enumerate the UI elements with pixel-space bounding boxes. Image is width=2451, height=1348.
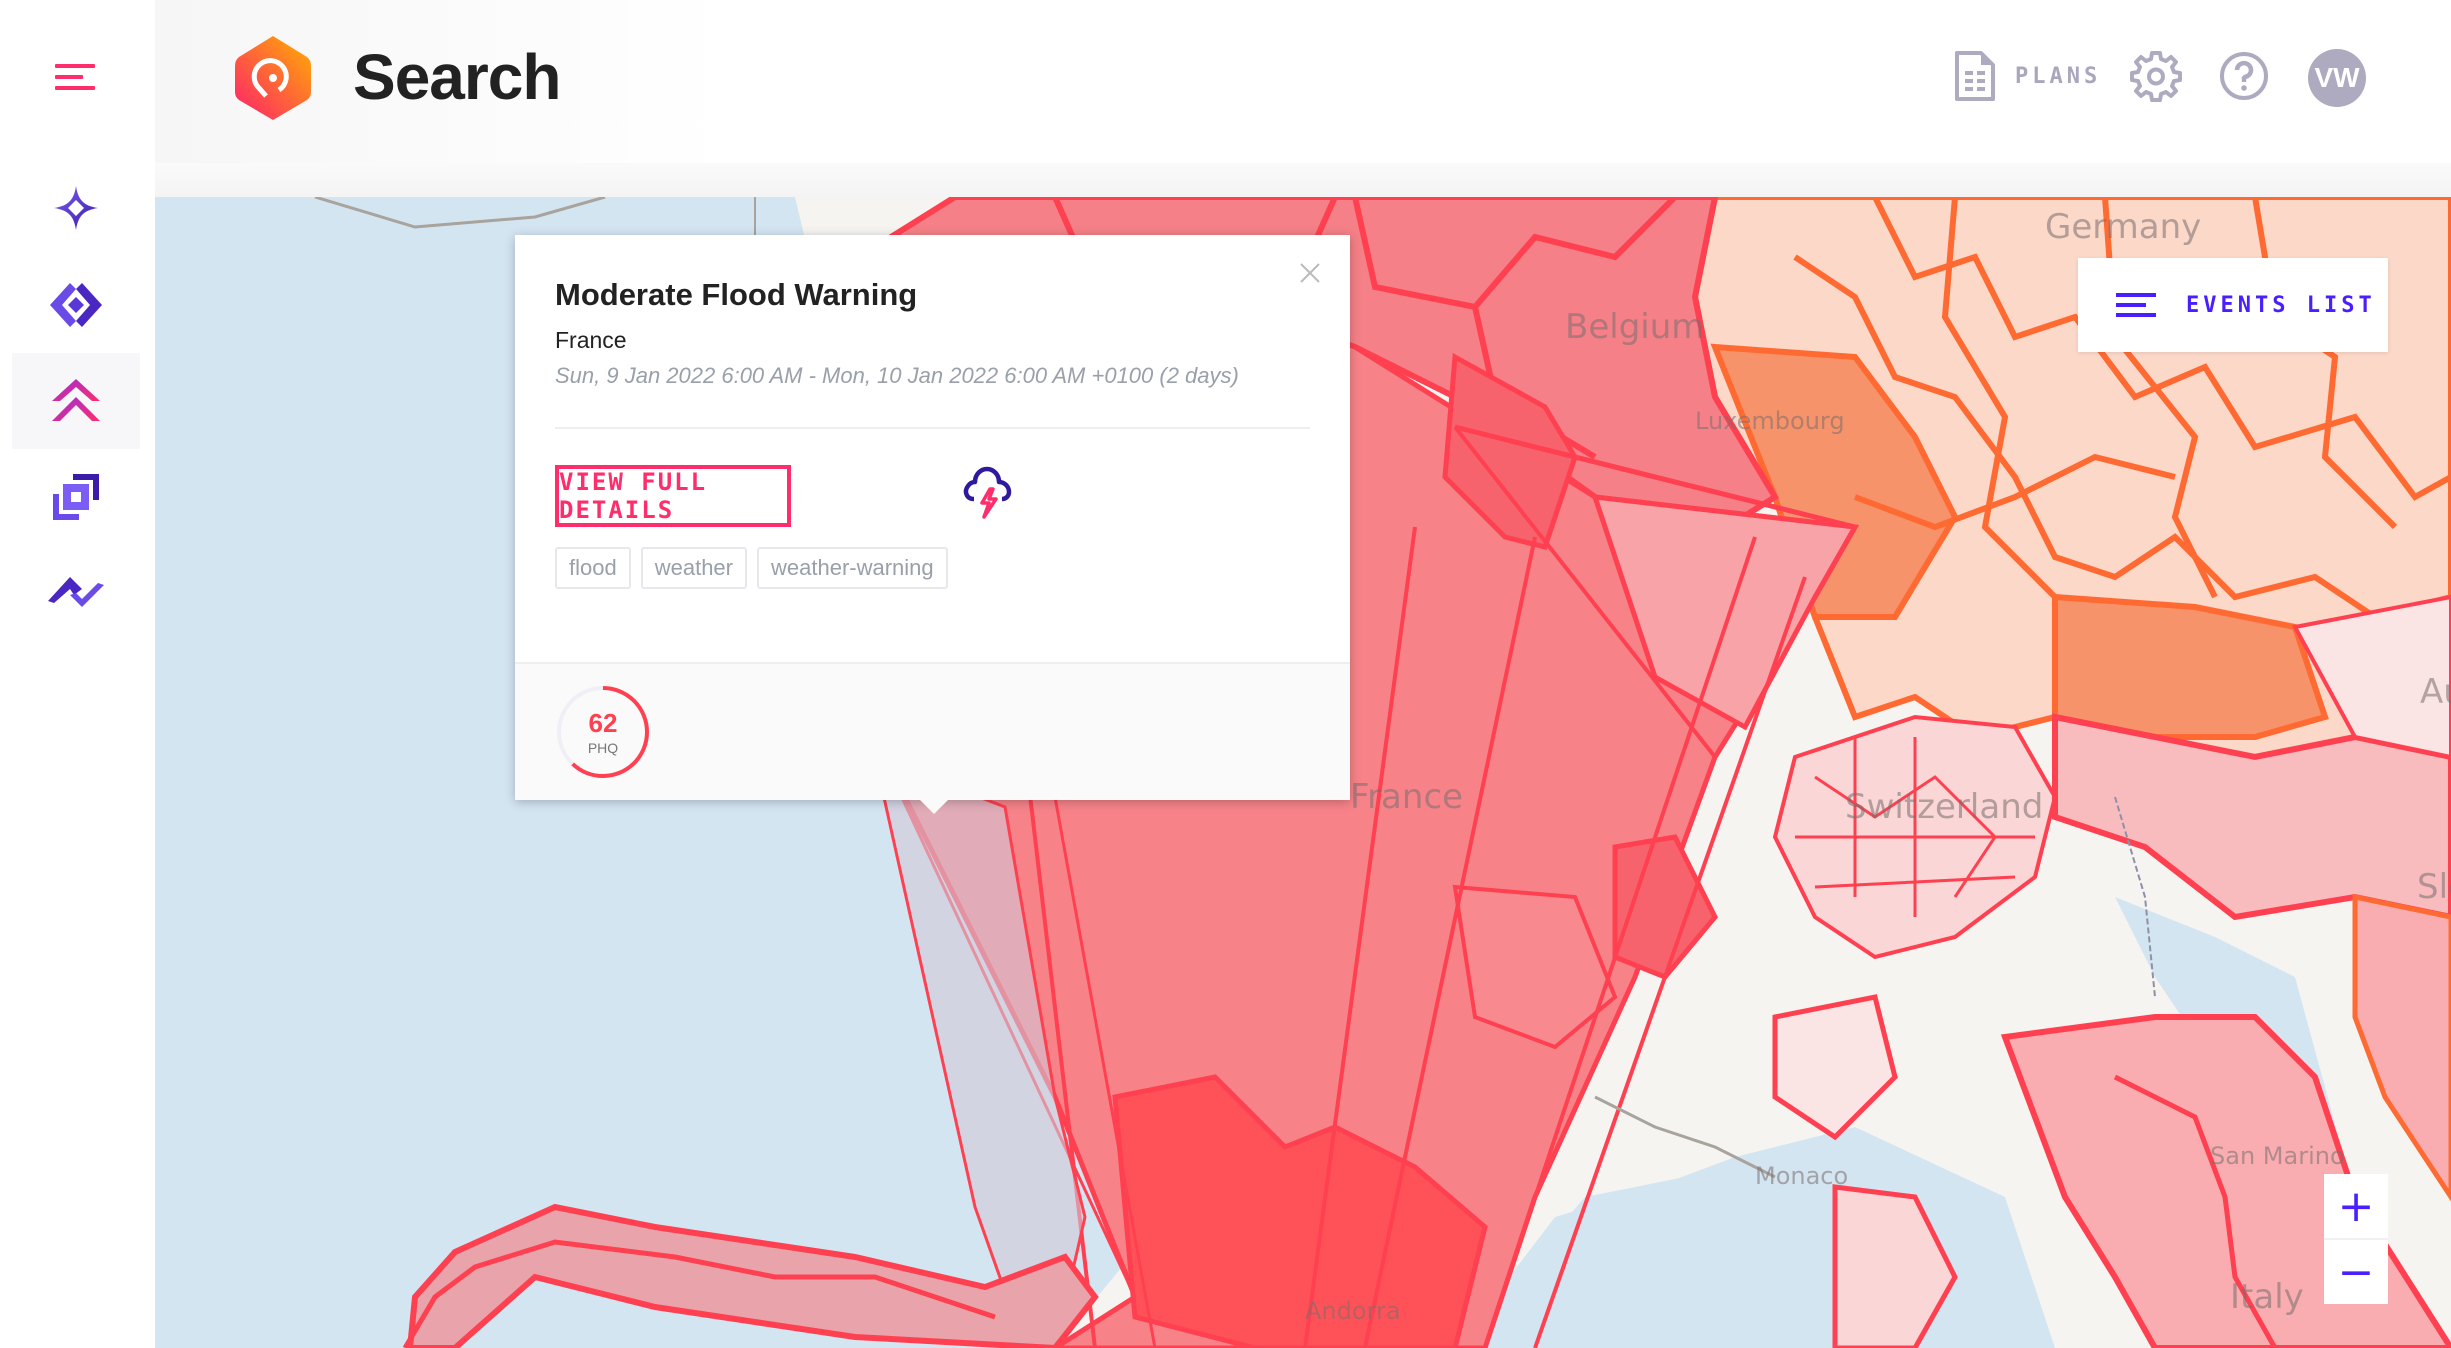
- hamburger-menu-icon[interactable]: [55, 64, 95, 92]
- close-icon[interactable]: [1298, 261, 1322, 285]
- phq-label: PHQ: [587, 740, 619, 756]
- event-location: France: [555, 327, 627, 353]
- map-zoom-controls: + −: [2324, 1174, 2388, 1304]
- popup-footer: 62 PHQ: [515, 662, 1350, 800]
- map-label-monaco: Monaco: [1755, 1162, 1849, 1190]
- document-icon: [1955, 51, 1995, 101]
- header-divider: [155, 163, 2451, 197]
- popup-divider: [555, 427, 1310, 429]
- map-label-san-marino: San Marino: [2210, 1142, 2345, 1170]
- sidebar-item-explore[interactable]: [12, 160, 140, 256]
- map-label-slovenia: Slo: [2417, 867, 2451, 907]
- sidebar-item-data[interactable]: [12, 257, 140, 353]
- map-label-italy: Italy: [2230, 1277, 2304, 1317]
- map-label-belgium: Belgium: [1565, 307, 1705, 347]
- map-label-austria: Au: [2420, 672, 2451, 712]
- zoom-in-button[interactable]: +: [2324, 1174, 2388, 1238]
- layered-squares-icon: [53, 474, 99, 520]
- map-label-germany: Germany: [2045, 207, 2202, 247]
- map-label-luxembourg: Luxembourg: [1695, 407, 1845, 435]
- tag-chip[interactable]: weather: [640, 547, 747, 589]
- help-circle-icon[interactable]: [2218, 50, 2270, 102]
- plans-button[interactable]: PLANS: [1955, 51, 2101, 101]
- event-title: Moderate Flood Warning: [555, 277, 918, 312]
- sidebar: [0, 0, 155, 1348]
- sparkle-star-icon: [54, 186, 98, 230]
- zigzag-wave-icon: [48, 577, 104, 607]
- double-chevron-up-icon: [52, 379, 100, 421]
- location-pin-hex-logo: [235, 36, 311, 120]
- page-title: Search: [353, 41, 561, 113]
- sidebar-item-analytics[interactable]: [12, 545, 140, 641]
- avatar[interactable]: VW: [2308, 49, 2366, 107]
- map-label-andorra: Andorra: [1305, 1297, 1401, 1325]
- diamond-code-icon: [50, 283, 102, 327]
- phq-value: 62: [588, 708, 618, 738]
- events-list-button[interactable]: EVENTS LIST: [2078, 258, 2388, 352]
- view-full-details-button[interactable]: VIEW FULL DETAILS: [555, 465, 791, 527]
- map-label-france: France: [1350, 777, 1464, 817]
- gear-icon[interactable]: [2130, 50, 2182, 102]
- app-header: Search: [155, 0, 2451, 163]
- event-dates: Sun, 9 Jan 2022 6:00 AM - Mon, 10 Jan 20…: [555, 363, 1239, 388]
- event-popup: Moderate Flood Warning France Sun, 9 Jan…: [515, 235, 1350, 814]
- tag-chip[interactable]: flood: [555, 547, 631, 589]
- popup-pointer: [920, 800, 948, 814]
- map-label-switzerland: Switzerland: [1845, 787, 2044, 827]
- sidebar-item-aggregation[interactable]: [12, 449, 140, 545]
- sidebar-item-search[interactable]: [12, 353, 140, 449]
- tag-chip[interactable]: weather-warning: [757, 547, 948, 589]
- tag-list: flood weather weather-warning: [555, 547, 948, 589]
- list-icon: [2116, 293, 2156, 317]
- phq-rank-gauge: 62 PHQ: [555, 684, 651, 780]
- zoom-out-button[interactable]: −: [2324, 1240, 2388, 1304]
- plans-label: PLANS: [2015, 63, 2102, 89]
- storm-cloud-lightning-icon: [963, 466, 1012, 519]
- events-list-label: EVENTS LIST: [2186, 292, 2376, 318]
